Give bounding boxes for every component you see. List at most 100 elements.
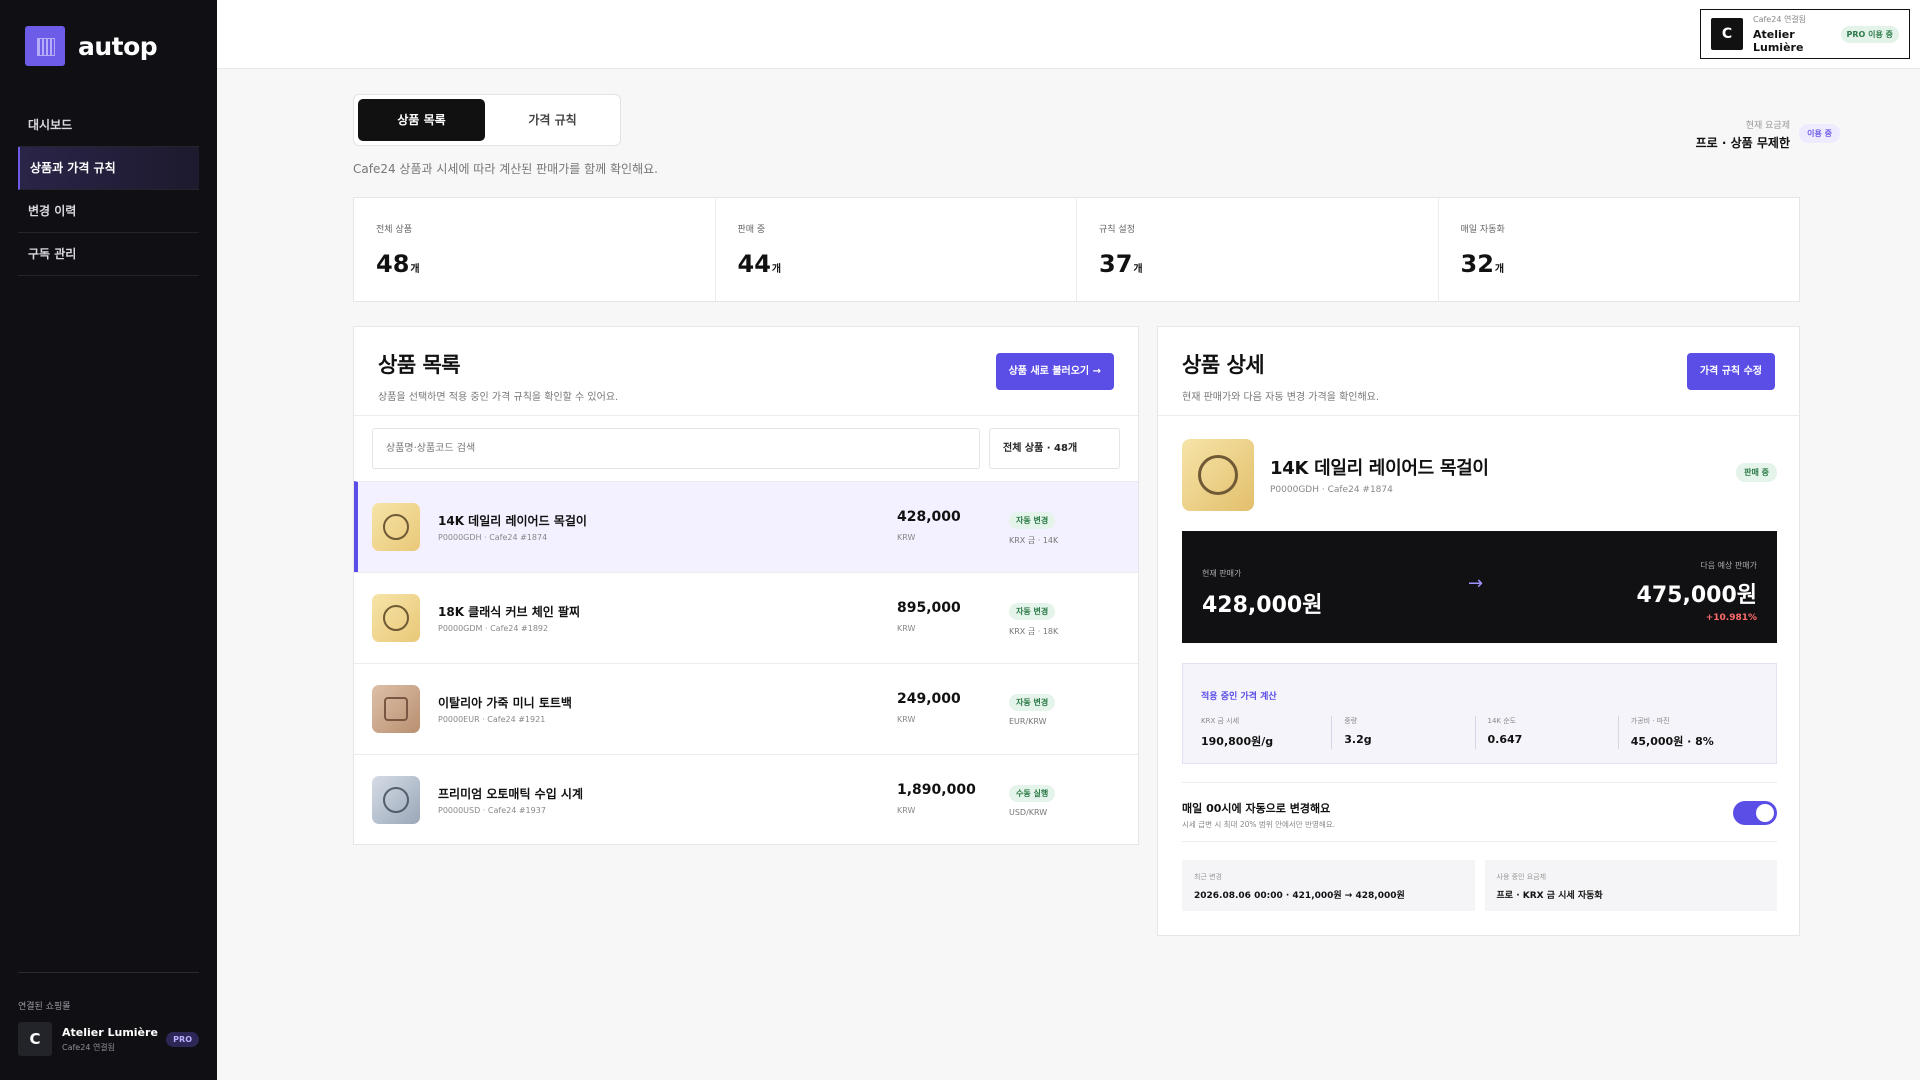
rule-mode-badge: 수동 실행 <box>1009 785 1056 802</box>
view-tabs: 상품 목록 가격 규칙 <box>353 94 621 146</box>
product-price: 895,000 <box>897 600 961 616</box>
product-name: 18K 클래식 커브 체인 팔찌 <box>438 605 581 619</box>
detail-info: 최근 변경 2026.08.06 00:00 · 421,000원 → 428,… <box>1182 860 1777 911</box>
stat-label: 매일 자동화 <box>1460 225 1505 235</box>
product-currency: KRW <box>897 806 916 815</box>
top-bar: C Cafe24 연결됨 Atelier Lumière PRO 이용 중 <box>217 0 1920 69</box>
product-name: 프리미엄 오토매틱 수입 시계 <box>438 787 584 801</box>
auto-update-toggle[interactable] <box>1733 801 1777 825</box>
product-code: P0000GDH · Cafe24 #1874 <box>438 533 548 542</box>
sidebar-item-dashboard[interactable]: 대시보드 <box>18 104 199 147</box>
calc-label: KRX 금 시세 <box>1201 717 1240 725</box>
account-chip[interactable]: C Cafe24 연결됨 Atelier Lumière PRO 이용 중 <box>1700 9 1910 59</box>
stat-label: 전체 상품 <box>376 225 412 235</box>
stats-row: 전체 상품 48개 판매 중 44개 규칙 설정 37개 매일 자동화 32개 <box>353 197 1800 302</box>
table-row[interactable]: 이탈리아 가죽 미니 토트백 P0000EUR · Cafe24 #1921 2… <box>354 663 1138 754</box>
page-description: Cafe24 상품과 시세에 따라 계산된 판매가를 함께 확인해요. <box>353 162 658 176</box>
current-plan: 현재 요금제 프로 · 상품 무제한 <box>1696 118 1790 151</box>
auto-update-description: 시세 급변 시 최대 20% 범위 안에서만 반영해요. <box>1182 820 1336 829</box>
price-change-percent: +10.981% <box>1705 613 1757 623</box>
calc-value: 190,800원/g <box>1201 735 1274 748</box>
calc-title: 적용 중인 가격 계산 <box>1201 692 1277 702</box>
plan-in-use-info: 사용 중인 요금제 프로 · KRX 금 시세 자동화 <box>1484 860 1777 911</box>
rule-source: EUR/KRW <box>1009 717 1047 726</box>
reload-products-button[interactable]: 상품 새로 불러오기 → <box>995 353 1114 390</box>
sidebar-item-subscription[interactable]: 구독 관리 <box>18 233 199 276</box>
product-search-input[interactable] <box>372 428 980 469</box>
table-row[interactable]: 18K 클래식 커브 체인 팔찌 P0000GDM · Cafe24 #1892… <box>354 572 1138 663</box>
sidebar-item-products-rules[interactable]: 상품과 가격 규칙 <box>18 147 199 190</box>
tab-product-list[interactable]: 상품 목록 <box>358 99 485 141</box>
sidebar-nav: 대시보드 상품과 가격 규칙 변경 이력 구독 관리 <box>18 104 199 276</box>
stat-rules-set: 규칙 설정 37개 <box>1077 198 1439 301</box>
ring-icon <box>1198 455 1238 495</box>
price-change-card: 현재 판매가 428,000원 → 다음 예상 판매가 475,000원 +10… <box>1182 531 1777 643</box>
edit-price-rule-button[interactable]: 가격 규칙 수정 <box>1686 353 1775 390</box>
calc-label: 14K 순도 <box>1487 717 1517 725</box>
panel-subtitle: 상품을 선택하면 적용 중인 가격 규칙을 확인할 수 있어요. <box>378 392 619 403</box>
next-price: 475,000원 <box>1636 583 1757 608</box>
info-value: 프로 · KRX 금 시세 자동화 <box>1496 891 1603 901</box>
stat-unit: 개 <box>1133 264 1143 275</box>
product-thumbnail <box>372 685 420 733</box>
detail-product-name: 14K 데일리 레이어드 목걸이 <box>1270 458 1489 479</box>
ring-icon <box>383 514 409 540</box>
status-badge: 판매 중 <box>1736 463 1777 482</box>
store-status: Cafe24 연결됨 <box>62 1042 116 1052</box>
account-connection: Cafe24 연결됨 <box>1753 15 1807 24</box>
detail-product: 14K 데일리 레이어드 목걸이 P0000GDH · Cafe24 #1874… <box>1182 439 1777 511</box>
calc-item-weight: 중량 3.2g <box>1332 716 1476 749</box>
auto-update-setting: 매일 00시에 자동으로 변경해요 시세 급변 시 최대 20% 범위 안에서만… <box>1182 782 1777 842</box>
stat-label: 규칙 설정 <box>1099 225 1135 235</box>
calc-item-fee-margin: 가공비 · 마진 45,000원 · 8% <box>1619 716 1761 749</box>
product-price: 1,890,000 <box>897 782 976 798</box>
stat-value: 48 <box>376 250 410 278</box>
product-detail-panel: 상품 상세 현재 판매가와 다음 자동 변경 가격을 확인해요. 가격 규칙 수… <box>1157 326 1800 936</box>
brand-name: autop <box>78 31 158 61</box>
rule-source: KRX 금 · 14K <box>1009 536 1059 545</box>
store-plan-badge: PRO <box>166 1031 199 1047</box>
product-currency: KRW <box>897 715 916 724</box>
account-avatar: C <box>1711 18 1743 50</box>
connected-store-label: 연결된 쇼핑몰 <box>18 1002 71 1012</box>
product-code: P0000USD · Cafe24 #1937 <box>438 806 546 815</box>
rule-mode-badge: 자동 변경 <box>1009 512 1056 529</box>
watch-icon <box>383 787 409 813</box>
store-name: Atelier Lumière <box>62 1025 158 1039</box>
bag-icon <box>384 697 408 721</box>
store-avatar: C <box>18 1022 52 1056</box>
stat-value: 44 <box>737 250 771 278</box>
stat-daily-automation: 매일 자동화 32개 <box>1439 198 1800 301</box>
connected-store[interactable]: C Atelier Lumière Cafe24 연결됨 PRO <box>18 1022 199 1056</box>
ring-icon <box>383 605 409 631</box>
calc-value: 0.647 <box>1487 733 1523 746</box>
panel-subtitle: 현재 판매가와 다음 자동 변경 가격을 확인해요. <box>1182 392 1380 403</box>
account-plan-badge: PRO 이용 중 <box>1840 25 1899 43</box>
product-filter-select[interactable]: 전체 상품 · 48개 <box>989 428 1120 469</box>
auto-update-title: 매일 00시에 자동으로 변경해요 <box>1182 802 1331 815</box>
info-value: 2026.08.06 00:00 · 421,000원 → 428,000원 <box>1194 891 1405 901</box>
rule-source: KRX 금 · 18K <box>1009 627 1059 636</box>
calc-label: 가공비 · 마진 <box>1630 717 1670 725</box>
stat-unit: 개 <box>771 264 782 275</box>
product-thumbnail <box>372 594 420 642</box>
sidebar: autop 대시보드 상품과 가격 규칙 변경 이력 구독 관리 연결된 쇼핑몰… <box>0 0 217 1080</box>
product-price: 249,000 <box>897 691 961 707</box>
product-price: 428,000 <box>897 509 961 525</box>
sidebar-divider <box>18 972 199 973</box>
tab-price-rules[interactable]: 가격 규칙 <box>489 99 616 141</box>
brand[interactable]: autop <box>25 26 158 66</box>
info-label: 사용 중인 요금제 <box>1496 873 1547 881</box>
stat-unit: 개 <box>410 264 420 275</box>
table-row[interactable]: 프리미엄 오토매틱 수입 시계 P0000USD · Cafe24 #1937 … <box>354 754 1138 845</box>
sidebar-item-history[interactable]: 변경 이력 <box>18 190 199 233</box>
account-name: Atelier Lumière <box>1753 28 1804 54</box>
stat-value: 37 <box>1099 250 1133 278</box>
product-thumbnail <box>372 776 420 824</box>
plan-label: 현재 요금제 <box>1745 121 1790 131</box>
calc-value: 45,000원 · 8% <box>1630 735 1714 748</box>
table-row[interactable]: 14K 데일리 레이어드 목걸이 P0000GDH · Cafe24 #1874… <box>354 481 1138 572</box>
calc-item-purity: 14K 순도 0.647 <box>1476 716 1619 749</box>
rule-mode-badge: 자동 변경 <box>1009 694 1056 711</box>
stat-unit: 개 <box>1494 264 1505 275</box>
